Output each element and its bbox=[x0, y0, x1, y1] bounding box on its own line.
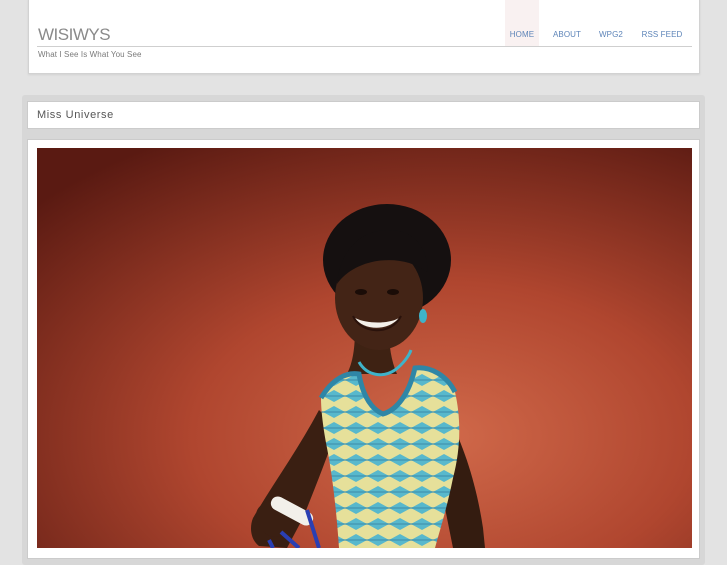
nav-wpg2[interactable]: WPG2 bbox=[596, 0, 626, 46]
nav-about[interactable]: ABOUT bbox=[549, 0, 585, 46]
site-title[interactable]: WISIWYS bbox=[38, 25, 111, 45]
nav-rss-feed[interactable]: RSS FEED bbox=[638, 0, 686, 46]
main-nav: HOME ABOUT WPG2 RSS FEED bbox=[505, 0, 686, 46]
site-tagline: What I See Is What You See bbox=[38, 50, 142, 59]
header-divider bbox=[37, 46, 692, 47]
site-header: WISIWYS What I See Is What You See HOME … bbox=[28, 0, 700, 74]
post-title-card: Miss Universe bbox=[27, 101, 700, 129]
post-title[interactable]: Miss Universe bbox=[37, 109, 114, 121]
nav-home[interactable]: HOME bbox=[505, 0, 539, 46]
post-photo[interactable] bbox=[37, 148, 692, 548]
portrait-illustration bbox=[37, 148, 692, 548]
